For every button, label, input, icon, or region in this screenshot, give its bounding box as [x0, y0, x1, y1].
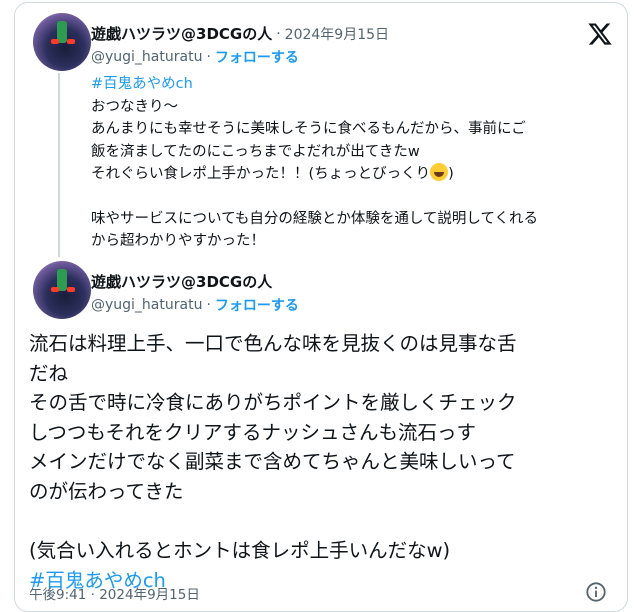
text-line: のが伝わってきた: [29, 479, 184, 503]
text-line: 味やサービスについても自分の経験とか体験を通して説明してくれる: [91, 210, 539, 227]
text-line: あんまりにも幸せそうに美味しそうに食べるもんだから、事前にご: [91, 121, 526, 137]
thread-line: [58, 73, 60, 257]
separator: ·: [276, 25, 281, 42]
text-segment: それぐらい食レポ上手かった！！(ちょっとびっくり: [91, 166, 431, 182]
post2-text: 流石は料理上手、一口で色んな味を見抜くのは見事な舌 だね その舌で時に冷食にあり…: [29, 329, 619, 595]
author-name[interactable]: 遊戯ハツラツ@3DCGの人: [91, 271, 272, 292]
text-line: から超わかりやすかった！: [91, 233, 265, 249]
separator: ·: [90, 587, 95, 603]
post-timestamp[interactable]: 午後9:41 · 2024年9月15日: [29, 583, 200, 603]
text-line: 流石は料理上手、一口で色んな味を見抜くのは見事な舌: [29, 332, 517, 355]
avatar[interactable]: [33, 261, 91, 319]
text-line: その舌で時に冷食にありがちポイントを厳しくチェック: [29, 391, 517, 414]
text-line: おつなきり～: [91, 98, 178, 115]
text-line: だね: [29, 361, 69, 385]
text-line: メインだけでなく副菜まで含めてちゃんと美味しいって: [29, 450, 516, 473]
post1-header: 遊戯ハツラツ@3DCGの人 · 2024年9月15日: [91, 23, 389, 44]
info-icon[interactable]: [585, 581, 607, 603]
text-line: (気合い入れるとホントは食レポ上手いんだなw): [29, 539, 451, 562]
follow-button[interactable]: フォローする: [215, 295, 299, 315]
follow-button[interactable]: フォローする: [215, 47, 299, 67]
post1-handle-row: @yugi_haturatu · フォローする: [91, 47, 299, 67]
x-logo-icon[interactable]: [587, 21, 613, 47]
avatar[interactable]: [33, 13, 91, 71]
author-handle[interactable]: @yugi_haturatu: [91, 49, 202, 65]
post2-header: 遊戯ハツラツ@3DCGの人: [91, 271, 272, 292]
separator: ·: [206, 297, 211, 313]
text-line: しつつもそれをクリアするナッシュさんも流石っす: [29, 420, 476, 444]
author-name[interactable]: 遊戯ハツラツ@3DCGの人: [91, 23, 272, 44]
post-time: 午後9:41: [29, 587, 87, 603]
post2-handle-row: @yugi_haturatu · フォローする: [91, 295, 299, 315]
text-line: 飯を済ましてたのにこっちまでよだれが出てきたw: [91, 143, 420, 160]
post1-text: #百鬼あやめch おつなきり～ あんまりにも幸せそうに美味しそうに食べるもんだか…: [91, 73, 621, 253]
separator: ·: [206, 49, 211, 65]
text-segment: ): [448, 166, 454, 182]
text-line: それぐらい食レポ上手かった！！(ちょっとびっくり): [91, 163, 621, 186]
post-date[interactable]: 2024年9月15日: [285, 24, 389, 44]
embedded-post-card: 遊戯ハツラツ@3DCGの人 · 2024年9月15日 @yugi_haturat…: [14, 2, 628, 612]
post-date: 2024年9月15日: [99, 587, 200, 603]
hashtag-link[interactable]: #百鬼あやめch: [91, 73, 621, 96]
author-handle[interactable]: @yugi_haturatu: [91, 297, 202, 313]
laughing-emoji-icon: [430, 163, 449, 181]
